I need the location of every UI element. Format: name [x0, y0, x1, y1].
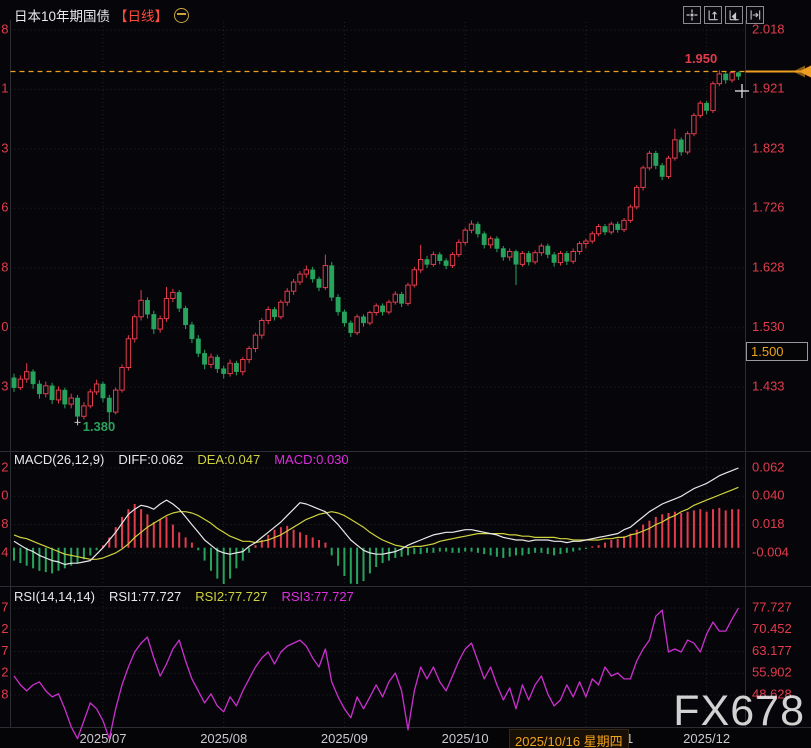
svg-text:3: 3 — [1, 140, 8, 155]
price-gridlines: 2.01881.92111.82331.72661.62881.53001.43… — [1, 21, 784, 393]
macd-dea-value: DEA:0.047 — [197, 452, 260, 467]
candles-layer — [12, 70, 741, 424]
svg-text:0: 0 — [1, 319, 8, 334]
svg-text:1.921: 1.921 — [752, 81, 785, 96]
x-axis-label: 2025/09 — [321, 731, 368, 746]
low-price-annotation: 1.380 — [75, 419, 123, 434]
svg-text:8: 8 — [1, 516, 8, 531]
svg-text:63.177: 63.177 — [752, 643, 792, 658]
rsi1-value: RSI1:77.727 — [109, 589, 181, 604]
price-scale-button[interactable] — [704, 6, 722, 24]
svg-text:2: 2 — [1, 665, 8, 680]
crosshair-cursor — [735, 84, 749, 98]
crosshair-date-tooltip: 2025/10/16 星期四 — [509, 729, 629, 748]
svg-text:1.628: 1.628 — [752, 259, 785, 274]
period-tag: 【日线】 — [114, 5, 168, 25]
macd-gridlines: 0.062 2 0.040 0 0.018 8 -0.004 4 — [1, 459, 789, 559]
svg-text:6: 6 — [1, 200, 8, 215]
svg-text:1.726: 1.726 — [752, 200, 785, 215]
auto-scale-button[interactable] — [725, 6, 743, 24]
macd-pane-header: MACD(26,12,9) DIFF:0.062 DEA:0.047 MACD:… — [14, 452, 349, 467]
svg-text:7: 7 — [1, 643, 8, 658]
auto-scale-icon — [727, 8, 741, 22]
instrument-title: 日本10年期国债 — [14, 5, 110, 25]
macd-diff-line — [14, 468, 738, 565]
go-to-latest-icon — [748, 8, 762, 22]
svg-text:0.018: 0.018 — [752, 516, 785, 531]
svg-text:8: 8 — [1, 259, 8, 274]
svg-text:0.040: 0.040 — [752, 488, 785, 503]
svg-text:0: 0 — [1, 488, 8, 503]
svg-text:2: 2 — [1, 459, 8, 474]
high-price-annotation: 1.950 — [677, 51, 725, 66]
x-axis-label: 2025/10 — [442, 731, 489, 746]
svg-text:7: 7 — [1, 599, 8, 614]
svg-text:77.727: 77.727 — [752, 599, 792, 614]
pan-button[interactable] — [683, 6, 701, 24]
rsi2-value: RSI2:77.727 — [195, 589, 267, 604]
alert-price-tag[interactable]: 1.500 — [746, 342, 808, 361]
x-axis-label: 2025/07 — [79, 731, 126, 746]
svg-text:4: 4 — [1, 544, 8, 559]
svg-text:55.902: 55.902 — [752, 665, 792, 680]
svg-text:1.823: 1.823 — [752, 140, 785, 155]
svg-text:8: 8 — [1, 686, 8, 701]
macd-diff-value: DIFF:0.062 — [118, 452, 183, 467]
chart-toolbar — [683, 6, 764, 24]
chart-title-bar: 日本10年期国债 【日线】 — [14, 5, 189, 25]
svg-text:-0.004: -0.004 — [752, 544, 789, 559]
svg-text:2: 2 — [1, 621, 8, 636]
price-line-marker — [793, 65, 811, 77]
macd-macd-value: MACD:0.030 — [274, 452, 348, 467]
rsi-pane-header: RSI(14,14,14) RSI1:77.727 RSI2:77.727 RS… — [14, 589, 354, 604]
rsi3-value: RSI3:77.727 — [282, 589, 354, 604]
pan-icon — [685, 8, 699, 22]
rsi-line — [14, 608, 738, 739]
svg-text:1: 1 — [1, 81, 8, 96]
price-scale-icon — [706, 8, 720, 22]
svg-text:1.530: 1.530 — [752, 319, 785, 334]
fx678-watermark: FX678 — [673, 690, 805, 733]
svg-text:8: 8 — [1, 21, 8, 36]
macd-histogram — [13, 504, 739, 584]
svg-text:0.062: 0.062 — [752, 459, 785, 474]
rsi-indicator-label[interactable]: RSI(14,14,14) — [14, 589, 95, 604]
svg-text:1.433: 1.433 — [752, 378, 785, 393]
macd-dea-line — [14, 487, 738, 559]
collapse-icon[interactable] — [174, 8, 189, 23]
chart-canvas[interactable]: 2.01881.92111.82331.72661.62881.53001.43… — [0, 0, 811, 748]
x-axis-label: 2025/08 — [200, 731, 247, 746]
chart-window: 2.01881.92111.82331.72661.62881.53001.43… — [0, 0, 811, 748]
go-to-latest-button[interactable] — [746, 6, 764, 24]
macd-indicator-label[interactable]: MACD(26,12,9) — [14, 452, 104, 467]
pane-borders — [0, 20, 811, 727]
price-alert-line[interactable] — [11, 65, 811, 77]
svg-text:70.452: 70.452 — [752, 621, 792, 636]
month-gridlines — [103, 22, 707, 727]
svg-text:3: 3 — [1, 378, 8, 393]
